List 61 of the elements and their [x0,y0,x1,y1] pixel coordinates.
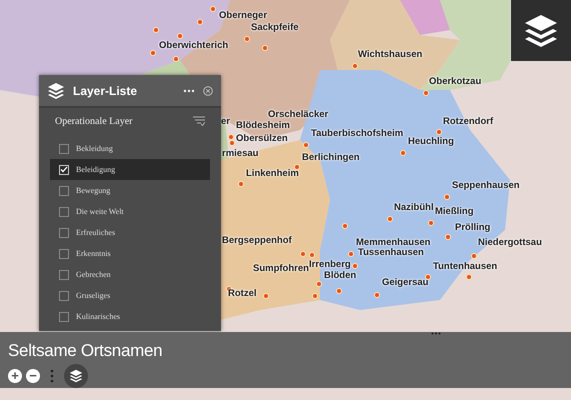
place-label: Oberkotzau [429,76,482,88]
place-label: Wichtshausen [358,49,422,61]
checkbox[interactable] [59,290,69,300]
place-label: Rotzendorf [443,116,494,128]
place-label: Blöden [324,270,356,282]
drag-handle-icon[interactable] [431,332,441,335]
section-heading: Operationale Layer [55,114,134,128]
zoom-in-button[interactable]: + [8,368,22,382]
filter-icon[interactable] [193,116,205,126]
place-label: er [221,116,230,128]
layer-item[interactable]: Erfreuliches [50,222,210,243]
place-label: Mießling [435,206,474,218]
place-label: Memmenhausen [356,237,430,248]
more-icon[interactable] [183,88,195,92]
place-label: rmiesau [222,148,258,160]
place-label: Oberwichterich [159,40,228,52]
checkbox[interactable] [59,164,69,174]
layer-item[interactable]: Bekleidung [50,138,210,159]
panel-title: Layer-Liste [73,82,138,100]
place-label: Sumpfohren [253,263,309,275]
layer-item[interactable]: Bewegung [50,180,210,201]
place-label: Blödesheim [236,120,290,132]
place-label: Nazibühl [394,202,434,214]
layer-list-button[interactable] [64,364,88,388]
place-label: Sackpfeife [251,22,299,34]
place-label: Tuntenhausen [433,261,498,273]
place-label: Heuchling [408,136,454,148]
place-label: Niedergottsau [478,237,542,249]
vertical-dots-icon[interactable] [48,368,56,382]
place-label: Oberneger [219,10,268,22]
layer-item[interactable]: Erkenntnis [50,243,210,264]
checkbox[interactable] [59,248,69,258]
place-label: Prölling [455,222,490,234]
checkbox[interactable] [59,270,69,280]
layers-icon [47,82,65,100]
place-label: Tussenhausen [358,247,424,259]
layers-icon [69,368,83,382]
place-label: Obersülzen [236,133,288,145]
layer-item[interactable]: Gebrechen [50,264,210,285]
place-label: Tauberbischofsheim [311,128,404,140]
place-label: Geigersau [382,277,428,289]
app-title: Seltsame Ortsnamen [7,340,164,362]
checkbox[interactable] [59,186,69,196]
place-label: Linkenheim [246,168,299,180]
checkbox[interactable] [59,144,69,154]
place-label: Berlichingen [302,152,360,164]
place-label: Rotzel [228,288,256,300]
place-label: Irrenberg [309,259,351,271]
checkbox[interactable] [59,228,69,238]
place-label: Bergseppenhof [222,235,292,247]
place-label: Orscheläcker [268,109,328,121]
checkbox[interactable] [59,206,69,216]
place-label: Seppenhausen [452,180,520,192]
checkbox[interactable] [59,312,69,322]
layer-item[interactable]: Die weite Welt [50,201,210,222]
layers-button[interactable] [510,0,571,62]
zoom-out-button[interactable]: − [26,368,40,382]
layer-item[interactable]: Kulinarisches [50,306,210,327]
close-icon[interactable] [203,86,213,96]
layer-item[interactable]: Beleidigung [50,159,210,180]
layer-item[interactable]: Gruseliges [50,285,210,306]
